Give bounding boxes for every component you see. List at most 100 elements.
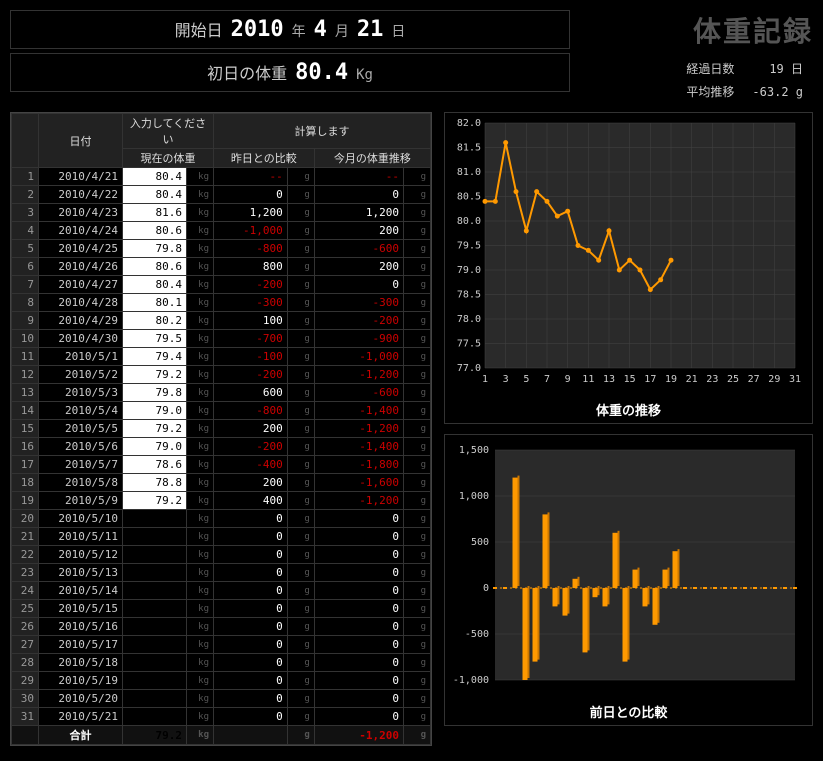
weight-input-cell[interactable]: 80.6: [123, 222, 187, 240]
svg-text:-500: -500: [465, 629, 489, 640]
weight-input-cell[interactable]: 79.2: [123, 492, 187, 510]
weight-input-cell[interactable]: 80.4: [123, 186, 187, 204]
weight-input-cell[interactable]: [123, 672, 187, 690]
diff-cell: 0: [214, 636, 288, 654]
trend-cell: 0: [314, 618, 403, 636]
diff-cell: -300: [214, 294, 288, 312]
weight-input-cell[interactable]: 81.6: [123, 204, 187, 222]
trend-cell: -1,400: [314, 438, 403, 456]
date-cell: 2010/4/30: [39, 330, 123, 348]
initial-weight-row: 初日の体重 80.4 Kg: [10, 53, 570, 92]
weight-input-cell[interactable]: [123, 600, 187, 618]
weight-input-cell[interactable]: 80.2: [123, 312, 187, 330]
weight-input-cell[interactable]: [123, 564, 187, 582]
date-cell: 2010/5/16: [39, 618, 123, 636]
diff-cell: 200: [214, 474, 288, 492]
table-row: 42010/4/2480.6kg-1,000g200g: [12, 222, 431, 240]
weight-input-cell[interactable]: 80.4: [123, 276, 187, 294]
date-cell: 2010/5/3: [39, 384, 123, 402]
weight-input-cell[interactable]: [123, 690, 187, 708]
weight-input-cell[interactable]: 80.4: [123, 168, 187, 186]
col-input-group: 入力してください: [123, 114, 214, 149]
weight-input-cell[interactable]: 79.0: [123, 438, 187, 456]
trend-cell: -1,200: [314, 420, 403, 438]
date-cell: 2010/4/25: [39, 240, 123, 258]
trend-cell: -600: [314, 384, 403, 402]
start-day: 21: [357, 17, 384, 42]
table-row: 52010/4/2579.8kg-800g-600g: [12, 240, 431, 258]
weight-input-cell[interactable]: [123, 618, 187, 636]
weight-input-cell[interactable]: 78.8: [123, 474, 187, 492]
table-row: 12010/4/2180.4kg--g--g: [12, 168, 431, 186]
svg-text:81.5: 81.5: [457, 143, 481, 154]
svg-text:5: 5: [523, 374, 529, 385]
trend-cell: 1,200: [314, 204, 403, 222]
table-row: 162010/5/679.0kg-200g-1,400g: [12, 438, 431, 456]
weight-input-cell[interactable]: 79.8: [123, 384, 187, 402]
date-cell: 2010/5/5: [39, 420, 123, 438]
weight-input-cell[interactable]: 79.0: [123, 402, 187, 420]
avg-label: 平均推移: [678, 81, 742, 102]
date-cell: 2010/5/9: [39, 492, 123, 510]
svg-text:13: 13: [603, 374, 615, 385]
weight-input-cell[interactable]: 79.2: [123, 420, 187, 438]
weight-input-cell[interactable]: 79.5: [123, 330, 187, 348]
weight-input-cell[interactable]: [123, 528, 187, 546]
weight-input-cell[interactable]: [123, 546, 187, 564]
trend-cell: -300: [314, 294, 403, 312]
app-title: 体重記録: [590, 10, 813, 50]
date-cell: 2010/5/17: [39, 636, 123, 654]
total-weight: 79.2: [123, 726, 187, 745]
elapsed-label: 経過日数: [678, 58, 742, 79]
table-row: 112010/5/179.4kg-100g-1,000g: [12, 348, 431, 366]
date-cell: 2010/5/10: [39, 510, 123, 528]
svg-text:3: 3: [503, 374, 509, 385]
table-row: 232010/5/13kg0g0g: [12, 564, 431, 582]
initial-weight-label: 初日の体重: [207, 60, 287, 84]
date-cell: 2010/4/21: [39, 168, 123, 186]
diff-cell: 600: [214, 384, 288, 402]
table-row: 262010/5/16kg0g0g: [12, 618, 431, 636]
trend-cell: 0: [314, 276, 403, 294]
diff-cell: 0: [214, 528, 288, 546]
svg-text:15: 15: [624, 374, 636, 385]
diff-cell: 0: [214, 618, 288, 636]
trend-cell: -1,400: [314, 402, 403, 420]
weight-input-cell[interactable]: [123, 582, 187, 600]
trend-cell: -1,000: [314, 348, 403, 366]
diff-cell: 0: [214, 186, 288, 204]
svg-text:78.0: 78.0: [457, 314, 481, 325]
weight-input-cell[interactable]: 79.4: [123, 348, 187, 366]
table-row: 32010/4/2381.6kg1,200g1,200g: [12, 204, 431, 222]
svg-text:500: 500: [471, 537, 489, 548]
svg-text:31: 31: [789, 374, 801, 385]
weight-input-cell[interactable]: 78.6: [123, 456, 187, 474]
svg-text:-1,000: -1,000: [453, 675, 489, 686]
weight-input-cell[interactable]: 80.6: [123, 258, 187, 276]
weight-input-cell[interactable]: [123, 636, 187, 654]
weight-input-cell[interactable]: [123, 654, 187, 672]
table-row: 142010/5/479.0kg-800g-1,400g: [12, 402, 431, 420]
diff-cell: -200: [214, 366, 288, 384]
start-year: 2010: [231, 17, 284, 42]
diff-cell: -700: [214, 330, 288, 348]
date-cell: 2010/5/21: [39, 708, 123, 726]
weight-input-cell[interactable]: [123, 510, 187, 528]
table-row: 282010/5/18kg0g0g: [12, 654, 431, 672]
svg-text:77.5: 77.5: [457, 339, 481, 350]
svg-text:23: 23: [706, 374, 718, 385]
trend-cell: -1,200: [314, 492, 403, 510]
date-cell: 2010/5/11: [39, 528, 123, 546]
date-cell: 2010/4/23: [39, 204, 123, 222]
diff-cell: 400: [214, 492, 288, 510]
date-cell: 2010/5/2: [39, 366, 123, 384]
table-row: 272010/5/17kg0g0g: [12, 636, 431, 654]
diff-cell: 800: [214, 258, 288, 276]
table-row: 212010/5/11kg0g0g: [12, 528, 431, 546]
weight-input-cell[interactable]: [123, 708, 187, 726]
svg-text:11: 11: [582, 374, 594, 385]
weight-input-cell[interactable]: 79.8: [123, 240, 187, 258]
weight-input-cell[interactable]: 80.1: [123, 294, 187, 312]
table-row: 132010/5/379.8kg600g-600g: [12, 384, 431, 402]
weight-input-cell[interactable]: 79.2: [123, 366, 187, 384]
